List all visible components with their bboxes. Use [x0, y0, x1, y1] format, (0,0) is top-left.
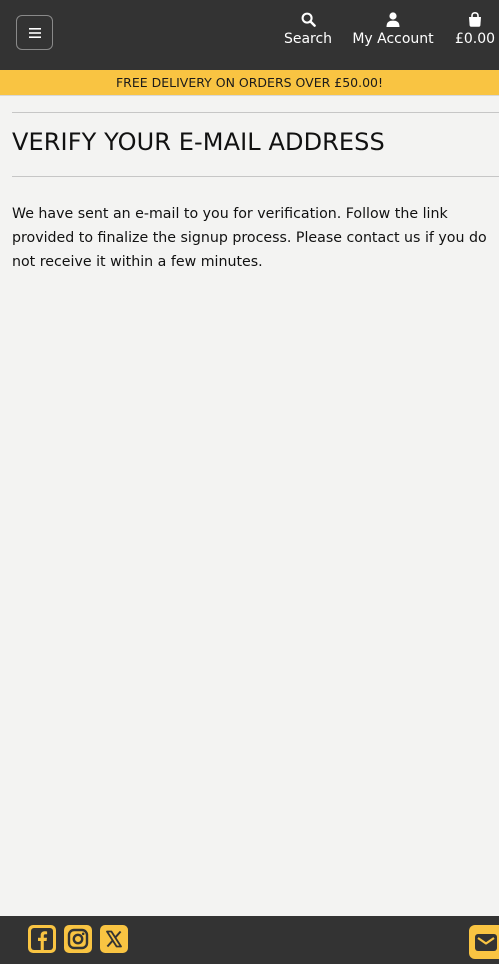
verification-message: We have sent an e-mail to you for verifi… — [12, 206, 487, 270]
shopping-bag-icon — [469, 12, 481, 27]
my-account-label: My Account — [352, 31, 434, 47]
search-icon — [301, 12, 316, 27]
hamburger-icon — [28, 27, 41, 38]
page-title: VERIFY YOUR E-MAIL ADDRESS — [12, 128, 385, 156]
divider-bottom — [12, 176, 499, 177]
site-footer — [0, 916, 499, 964]
divider-top — [12, 112, 499, 113]
x-twitter-icon[interactable] — [100, 925, 128, 953]
basket-total: £0.00 — [454, 31, 496, 47]
menu-button[interactable] — [16, 15, 53, 50]
instagram-icon[interactable] — [64, 925, 92, 953]
site-header: Search My Account £0.00 — [0, 0, 499, 70]
email-button[interactable] — [469, 925, 499, 959]
envelope-icon — [475, 933, 497, 951]
basket-button[interactable]: £0.00 — [453, 12, 497, 56]
facebook-icon[interactable] — [28, 925, 56, 953]
my-account-button[interactable]: My Account — [350, 12, 436, 56]
user-icon — [386, 12, 400, 27]
search-button[interactable]: Search — [283, 12, 333, 56]
free-delivery-banner: FREE DELIVERY ON ORDERS OVER £50.00! — [0, 70, 499, 96]
search-label: Search — [283, 31, 333, 47]
